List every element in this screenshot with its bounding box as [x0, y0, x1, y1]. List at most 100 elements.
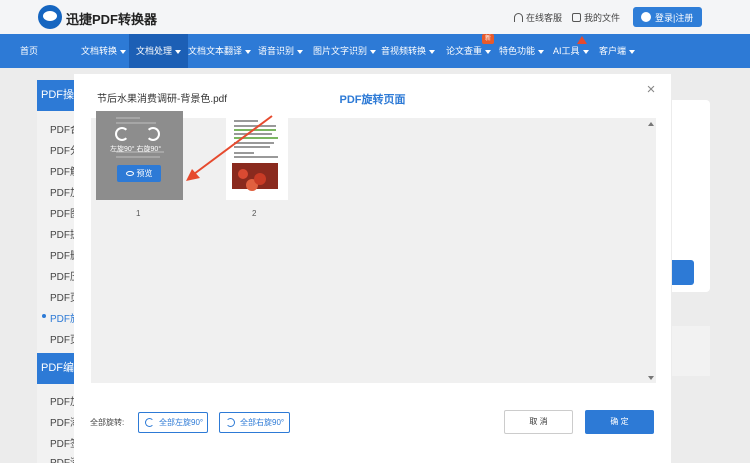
active-dot-icon — [42, 314, 46, 318]
sidebar-item[interactable]: PDF签名 — [50, 435, 77, 450]
sidebar-item[interactable]: PDF添加页码 — [50, 454, 77, 463]
close-icon[interactable]: × — [644, 82, 658, 97]
page-number-1: 1 — [136, 209, 141, 218]
chevron-down-icon — [245, 49, 252, 54]
page-text-line — [234, 156, 278, 158]
brand-logo-icon[interactable] — [38, 5, 62, 29]
nav-label: 音视频转换 — [381, 46, 427, 56]
nav-item-home[interactable]: 首页 — [10, 34, 48, 68]
sidebar-item[interactable]: PDF加水印 — [50, 393, 77, 408]
my-files-link[interactable]: 我的文件 — [572, 11, 620, 24]
nav-label: 文档转换 — [81, 46, 118, 56]
page-text-line — [234, 142, 274, 144]
page-text-line — [116, 156, 160, 158]
sidebar-head-pdf-ops: PDF操作 — [37, 80, 77, 111]
main-nav: 首页 文档转换 文档处理 文档文本翻译 语音识别 图片文字识别 音视频转换 论文… — [0, 34, 750, 68]
chevron-down-icon — [429, 49, 436, 54]
scroll-down-icon[interactable] — [648, 376, 654, 380]
rotate-labels: 左旋90° 右旋90° — [110, 146, 162, 153]
my-files-label: 我的文件 — [584, 13, 621, 23]
sidebar-item[interactable]: PDF合并 — [50, 121, 77, 136]
sidebar-item[interactable]: PDF页面 — [50, 289, 77, 304]
rotate-left-icon — [145, 418, 154, 427]
chevron-down-icon — [582, 49, 589, 54]
login-label: 登录|注册 — [655, 12, 694, 23]
sidebar-item[interactable]: PDF分割 — [50, 142, 77, 157]
nav-item-doc-convert[interactable]: 文档转换 — [74, 34, 133, 68]
confirm-button[interactable]: 确 定 — [585, 410, 654, 434]
page-text-line — [116, 117, 140, 119]
nav-item-av-convert[interactable]: 音视频转换 — [376, 34, 440, 68]
page-text-line — [234, 133, 272, 135]
rotate-all-right-label: 全部右旋90° — [240, 418, 285, 427]
rotate-right-icon[interactable] — [146, 127, 160, 141]
rotate-all-left-button[interactable]: 全部左旋90° — [138, 412, 208, 433]
sidebar-item[interactable]: PDF提取 — [50, 226, 77, 241]
nav-item-translate[interactable]: 文档文本翻译 — [183, 34, 256, 68]
nav-label: 文档文本翻译 — [188, 46, 243, 56]
sidebar-item[interactable]: PDF解密 — [50, 163, 77, 178]
file-icon — [572, 13, 581, 22]
eye-icon — [125, 171, 134, 176]
nav-item-doc-process[interactable]: 文档处理 — [129, 34, 189, 68]
preview-label: 预览 — [136, 169, 153, 178]
rotate-all-label: 全部旋转: — [90, 418, 125, 427]
sidebar-item[interactable]: PDF压缩 — [50, 268, 77, 283]
new-badge: 新 — [482, 34, 494, 44]
nav-item-client[interactable]: 客户端 — [594, 34, 640, 68]
rotate-all-left-label: 全部左旋90° — [159, 418, 204, 427]
nav-label: 文档处理 — [136, 46, 173, 56]
nav-label: 特色功能 — [499, 46, 536, 56]
file-name: 节后水果消费调研-背景色.pdf — [97, 94, 228, 105]
rotate-all-right-button[interactable]: 全部右旋90° — [219, 412, 290, 433]
sidebar-item[interactable]: PDF加密 — [50, 184, 77, 199]
rotate-pages-dialog: PDF旋转页面 × 节后水果消费调研-背景色.pdf 左旋90° 右旋90° 预… — [74, 74, 671, 463]
sidebar-item[interactable]: PDF添加 — [50, 414, 77, 429]
page-text-line — [234, 146, 270, 148]
nav-item-ocr[interactable]: 图片文字识别 — [308, 34, 381, 68]
nav-label: AI工具 — [553, 46, 580, 56]
nav-label: 论文查重 — [446, 46, 483, 56]
sidebar-item[interactable]: PDF图片 — [50, 205, 77, 220]
nav-item-features[interactable]: 特色功能 — [494, 34, 549, 68]
page-text-line — [234, 120, 258, 122]
online-service-link[interactable]: 在线客服 — [514, 11, 562, 24]
nav-label: 图片文字识别 — [313, 46, 368, 56]
page-text-line — [234, 129, 276, 131]
sidebar-item[interactable]: PDF删除 — [50, 247, 77, 262]
page-text-line — [116, 122, 156, 124]
page-number-2: 2 — [252, 209, 257, 218]
rotate-left-icon[interactable] — [115, 127, 129, 141]
page-text-line — [234, 137, 278, 139]
rotate-right-icon — [226, 418, 235, 427]
chevron-down-icon — [175, 49, 182, 54]
background-upload-button — [672, 260, 694, 285]
chevron-down-icon — [297, 49, 304, 54]
page-text-line — [234, 125, 276, 127]
user-icon — [641, 12, 651, 22]
fruit-image — [232, 163, 278, 189]
brand-name[interactable]: 迅捷PDF转换器 — [66, 9, 157, 28]
chevron-down-icon — [120, 49, 127, 54]
page-thumbnail-2[interactable] — [226, 114, 288, 200]
page-text-line — [234, 152, 254, 154]
sidebar-head-pdf-edit: PDF编辑 — [37, 353, 77, 384]
sidebar-item-active[interactable]: PDF旋转 — [50, 310, 77, 325]
chevron-down-icon — [538, 49, 545, 54]
top-header: 迅捷PDF转换器 在线客服 我的文件 登录|注册 — [0, 0, 750, 34]
preview-button[interactable]: 预览 — [117, 165, 161, 182]
nav-item-speech[interactable]: 语音识别 — [253, 34, 308, 68]
background-panel — [672, 326, 710, 376]
nav-label: 语音识别 — [258, 46, 295, 56]
headset-icon — [514, 13, 523, 22]
sidebar-item[interactable]: PDF页码 — [50, 331, 77, 346]
online-service-label: 在线客服 — [526, 13, 563, 23]
chevron-down-icon — [629, 49, 636, 54]
annotation-arrow-up-icon — [577, 36, 587, 44]
nav-label: 客户端 — [599, 46, 627, 56]
nav-label: 首页 — [20, 46, 39, 56]
page-thumbnail-1[interactable]: 左旋90° 右旋90° 预览 — [96, 111, 183, 200]
scroll-up-icon[interactable] — [648, 122, 654, 126]
cancel-button[interactable]: 取 消 — [504, 410, 573, 434]
login-register-button[interactable]: 登录|注册 — [633, 7, 702, 27]
